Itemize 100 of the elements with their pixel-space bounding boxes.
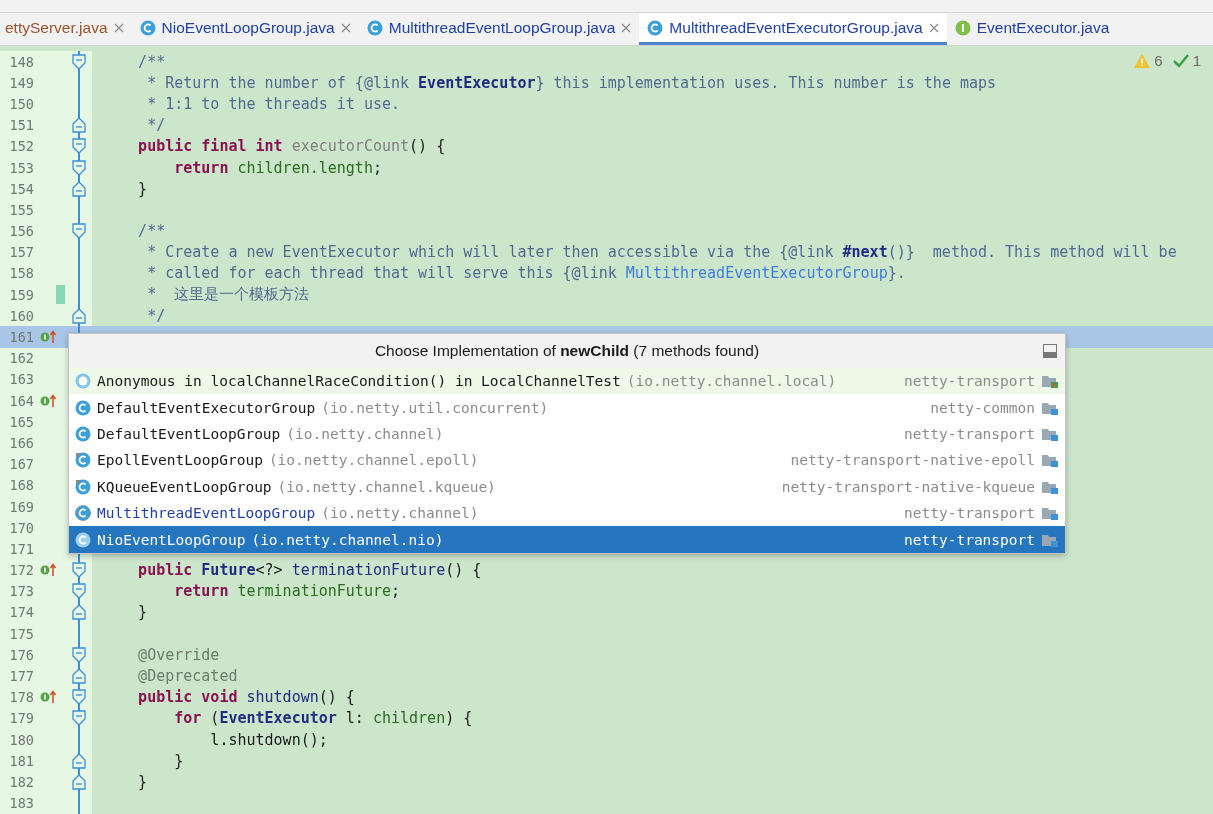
folder-icon bbox=[1041, 505, 1059, 522]
fold-icon[interactable] bbox=[72, 562, 86, 579]
unfold-icon[interactable] bbox=[72, 752, 86, 769]
implements-up-arrow-icon[interactable] bbox=[40, 393, 58, 408]
line-number: 182 bbox=[8, 773, 34, 790]
editor-tab[interactable]: MultithreadEventLoopGroup.java bbox=[358, 13, 640, 45]
class-icon bbox=[139, 19, 156, 36]
class-icon bbox=[75, 531, 91, 548]
implementation-item[interactable]: KQueueEventLoopGroup (io.netty.channel.kqueue) netty-transport-native-kqueue bbox=[69, 473, 1065, 500]
implementation-item[interactable]: DefaultEventExecutorGroup (io.netty.util.concurrent) netty-common bbox=[69, 394, 1065, 421]
code-line: return children.length; bbox=[173, 158, 382, 177]
implements-up-arrow-icon[interactable] bbox=[40, 690, 58, 705]
code-line: /** bbox=[137, 52, 166, 71]
code-line: return terminationFuture; bbox=[173, 582, 401, 601]
package-name: (io.netty.channel) bbox=[286, 425, 444, 442]
module-name: netty-transport bbox=[904, 505, 1035, 522]
class-icon bbox=[75, 425, 91, 442]
close-icon[interactable] bbox=[928, 22, 939, 33]
code-line: * 这里是一个模板方法 bbox=[146, 285, 310, 305]
fold-icon[interactable] bbox=[72, 159, 86, 176]
change-marker[interactable] bbox=[56, 285, 65, 305]
line-number: 181 bbox=[8, 752, 34, 769]
fold-icon[interactable] bbox=[72, 53, 86, 70]
code-line: public final int executorCount() { bbox=[137, 137, 446, 156]
code-line: for (EventExecutor l: children) { bbox=[173, 709, 473, 728]
package-name: (io.netty.channel) bbox=[321, 505, 479, 522]
editor-tab[interactable]: ettyServer.java bbox=[0, 13, 132, 45]
line-number: 157 bbox=[8, 244, 34, 261]
fold-icon[interactable] bbox=[72, 689, 86, 706]
code-line: } bbox=[137, 772, 148, 791]
pin-icon[interactable] bbox=[1043, 344, 1057, 358]
code-line: * 1:1 to the threads it use. bbox=[146, 94, 400, 113]
editor-tab[interactable]: MultithreadEventExecutorGroup.java bbox=[639, 13, 947, 45]
implements-up-arrow-icon[interactable] bbox=[40, 330, 58, 345]
class-icon bbox=[75, 478, 91, 495]
line-number: 155 bbox=[8, 201, 34, 218]
tab-label: MultithreadEventLoopGroup.java bbox=[388, 18, 616, 37]
line-number: 166 bbox=[8, 434, 34, 451]
implementation-item[interactable]: Anonymous in localChannelRaceCondition() in LocalChannelTest (io.netty.channel.local) netty-transport bbox=[69, 368, 1065, 395]
implementation-item[interactable]: EpollEventLoopGroup (io.netty.channel.epoll) netty-transport-native-epoll bbox=[69, 447, 1065, 474]
line-number: 156 bbox=[8, 223, 34, 240]
interface-icon bbox=[954, 19, 971, 36]
package-name: (io.netty.channel.kqueue) bbox=[277, 478, 496, 495]
line-number: 148 bbox=[8, 53, 34, 70]
unfold-icon[interactable] bbox=[72, 307, 86, 324]
unfold-icon[interactable] bbox=[72, 117, 86, 134]
code-line: /** bbox=[137, 222, 166, 241]
line-number: 164 bbox=[8, 392, 34, 409]
class-icon bbox=[647, 19, 664, 36]
class-name: NioEventLoopGroup bbox=[97, 531, 246, 548]
package-name: (io.netty.channel.epoll) bbox=[268, 452, 479, 469]
editor-tab[interactable]: NioEventLoopGroup.java bbox=[131, 13, 359, 45]
line-number: 154 bbox=[8, 180, 34, 197]
module-name: netty-transport bbox=[904, 425, 1035, 442]
line-number: 159 bbox=[8, 286, 34, 303]
unfold-icon[interactable] bbox=[72, 180, 86, 197]
fold-icon[interactable] bbox=[72, 223, 86, 240]
passed-count: 1 bbox=[1192, 52, 1201, 69]
code-line: public void shutdown() { bbox=[137, 688, 355, 707]
class-icon bbox=[75, 505, 91, 522]
code-line: */ bbox=[146, 306, 166, 325]
unfold-icon[interactable] bbox=[72, 773, 86, 790]
package-name: (io.netty.util.concurrent) bbox=[321, 399, 549, 416]
line-number: 170 bbox=[8, 519, 34, 536]
fold-icon[interactable] bbox=[72, 646, 86, 663]
module-name: netty-transport-native-epoll bbox=[790, 452, 1035, 469]
line-number: 180 bbox=[8, 731, 34, 748]
module-name: netty-transport-native-kqueue bbox=[781, 478, 1035, 495]
unfold-icon[interactable] bbox=[72, 668, 86, 685]
folder-icon bbox=[1041, 452, 1059, 469]
implements-up-arrow-icon[interactable] bbox=[40, 563, 58, 578]
code-line: } bbox=[137, 603, 148, 622]
implementation-item[interactable]: MultithreadEventLoopGroup (io.netty.channel) netty-transport bbox=[69, 499, 1065, 527]
line-number: 179 bbox=[8, 710, 34, 727]
line-number: 152 bbox=[8, 138, 34, 155]
fold-icon[interactable] bbox=[72, 138, 86, 155]
check-icon[interactable] bbox=[1172, 53, 1189, 68]
code-line: } bbox=[137, 179, 148, 198]
package-name: (io.netty.channel.nio) bbox=[251, 531, 444, 548]
class-icon bbox=[75, 452, 91, 469]
implementation-item[interactable]: DefaultEventLoopGroup (io.netty.channel) netty-transport bbox=[69, 420, 1065, 448]
line-number: 162 bbox=[8, 350, 34, 367]
class-name: DefaultEventLoopGroup bbox=[97, 425, 281, 442]
class-name: KQueueEventLoopGroup bbox=[97, 478, 272, 495]
code-line: } bbox=[173, 751, 184, 770]
fold-icon[interactable] bbox=[72, 583, 86, 600]
close-icon[interactable] bbox=[113, 22, 124, 33]
implementation-item[interactable]: NioEventLoopGroup (io.netty.channel.nio) netty-transport bbox=[69, 526, 1065, 553]
popup-title: Choose Implementation of newChild (7 methods found) bbox=[374, 342, 760, 360]
line-number: 163 bbox=[8, 371, 34, 388]
package-name: (io.netty.channel.local) bbox=[626, 373, 837, 390]
anonymous-class-icon bbox=[75, 373, 91, 390]
close-icon[interactable] bbox=[340, 22, 351, 33]
fold-icon[interactable] bbox=[72, 710, 86, 727]
line-number: 169 bbox=[8, 498, 34, 515]
editor-tab[interactable]: EventExecutor.java bbox=[946, 13, 1118, 45]
close-icon[interactable] bbox=[621, 22, 632, 33]
unfold-icon[interactable] bbox=[72, 604, 86, 621]
line-number: 165 bbox=[8, 413, 34, 430]
line-number: 178 bbox=[8, 689, 34, 706]
